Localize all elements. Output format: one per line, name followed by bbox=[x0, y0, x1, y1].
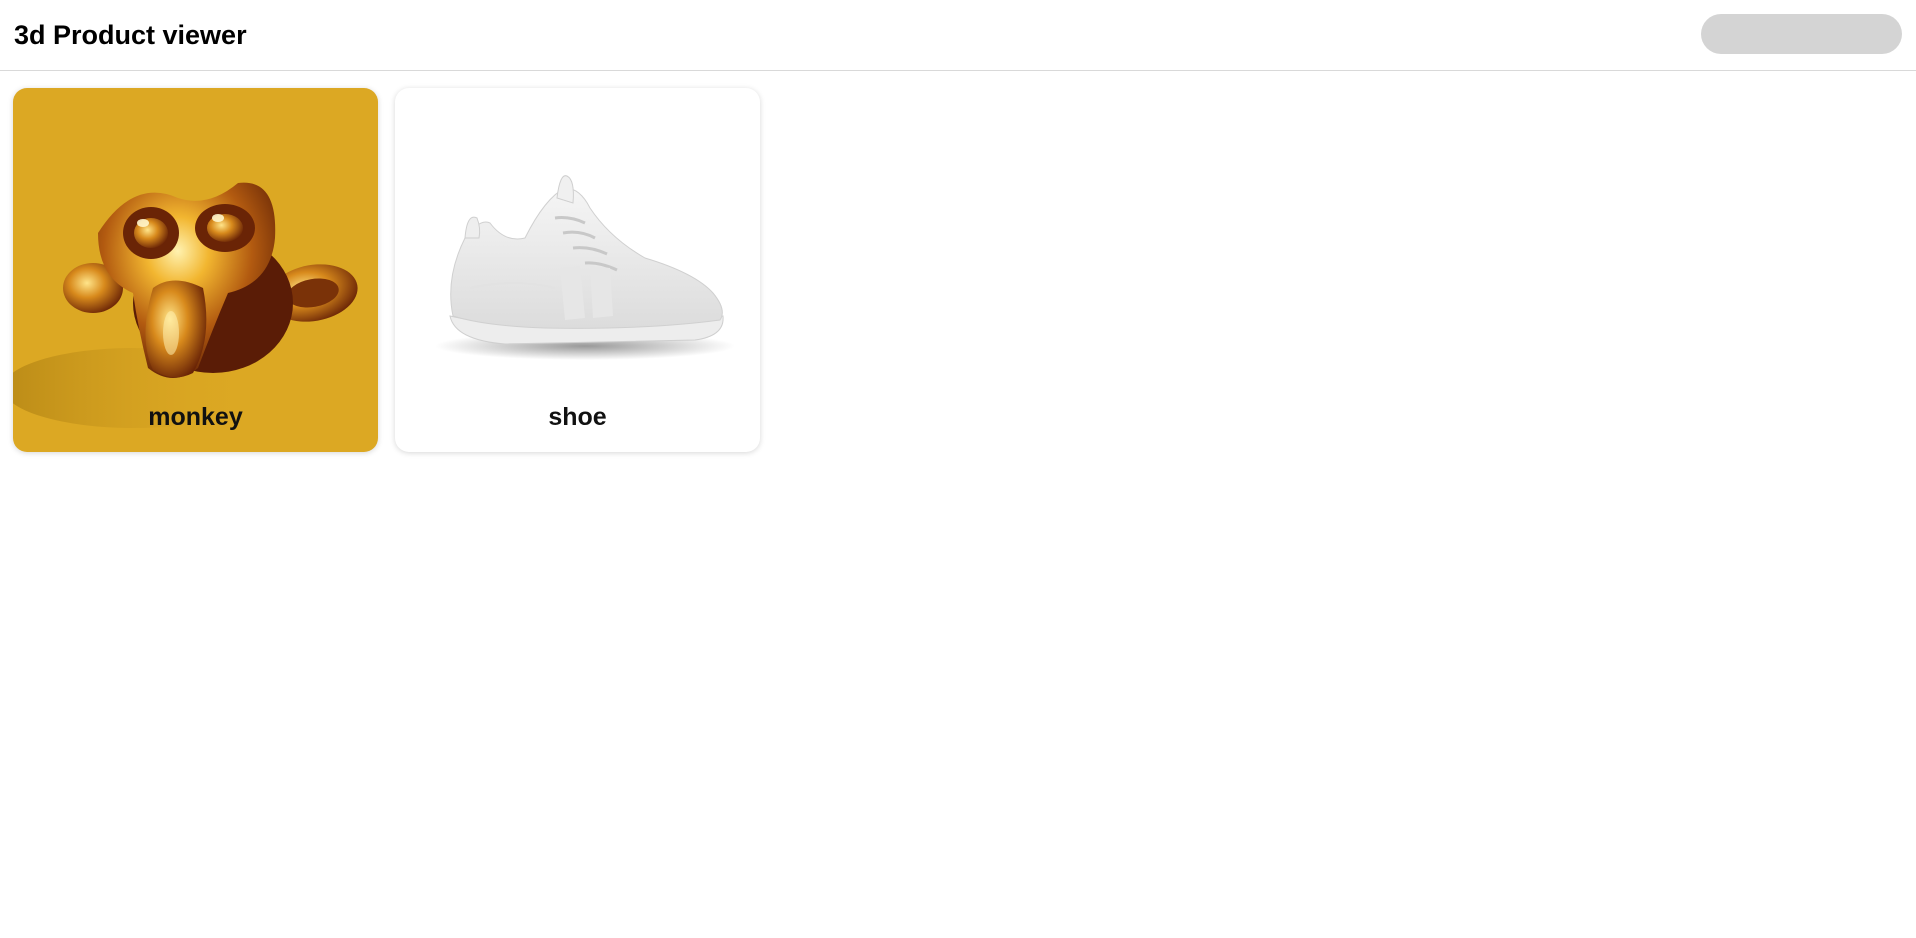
product-name-label: shoe bbox=[548, 403, 607, 431]
product-grid: monkey shoe bbox=[13, 88, 760, 452]
page-title: 3d Product viewer bbox=[14, 20, 247, 50]
header-pill-control[interactable] bbox=[1701, 14, 1902, 54]
sneaker-icon bbox=[435, 175, 735, 360]
app-header: 3d Product viewer bbox=[0, 0, 1916, 71]
monkey-head-icon bbox=[13, 182, 358, 428]
product-card-shoe[interactable]: shoe bbox=[395, 88, 760, 452]
product-name-label: monkey bbox=[148, 403, 243, 431]
product-card-monkey[interactable]: monkey bbox=[13, 88, 378, 452]
